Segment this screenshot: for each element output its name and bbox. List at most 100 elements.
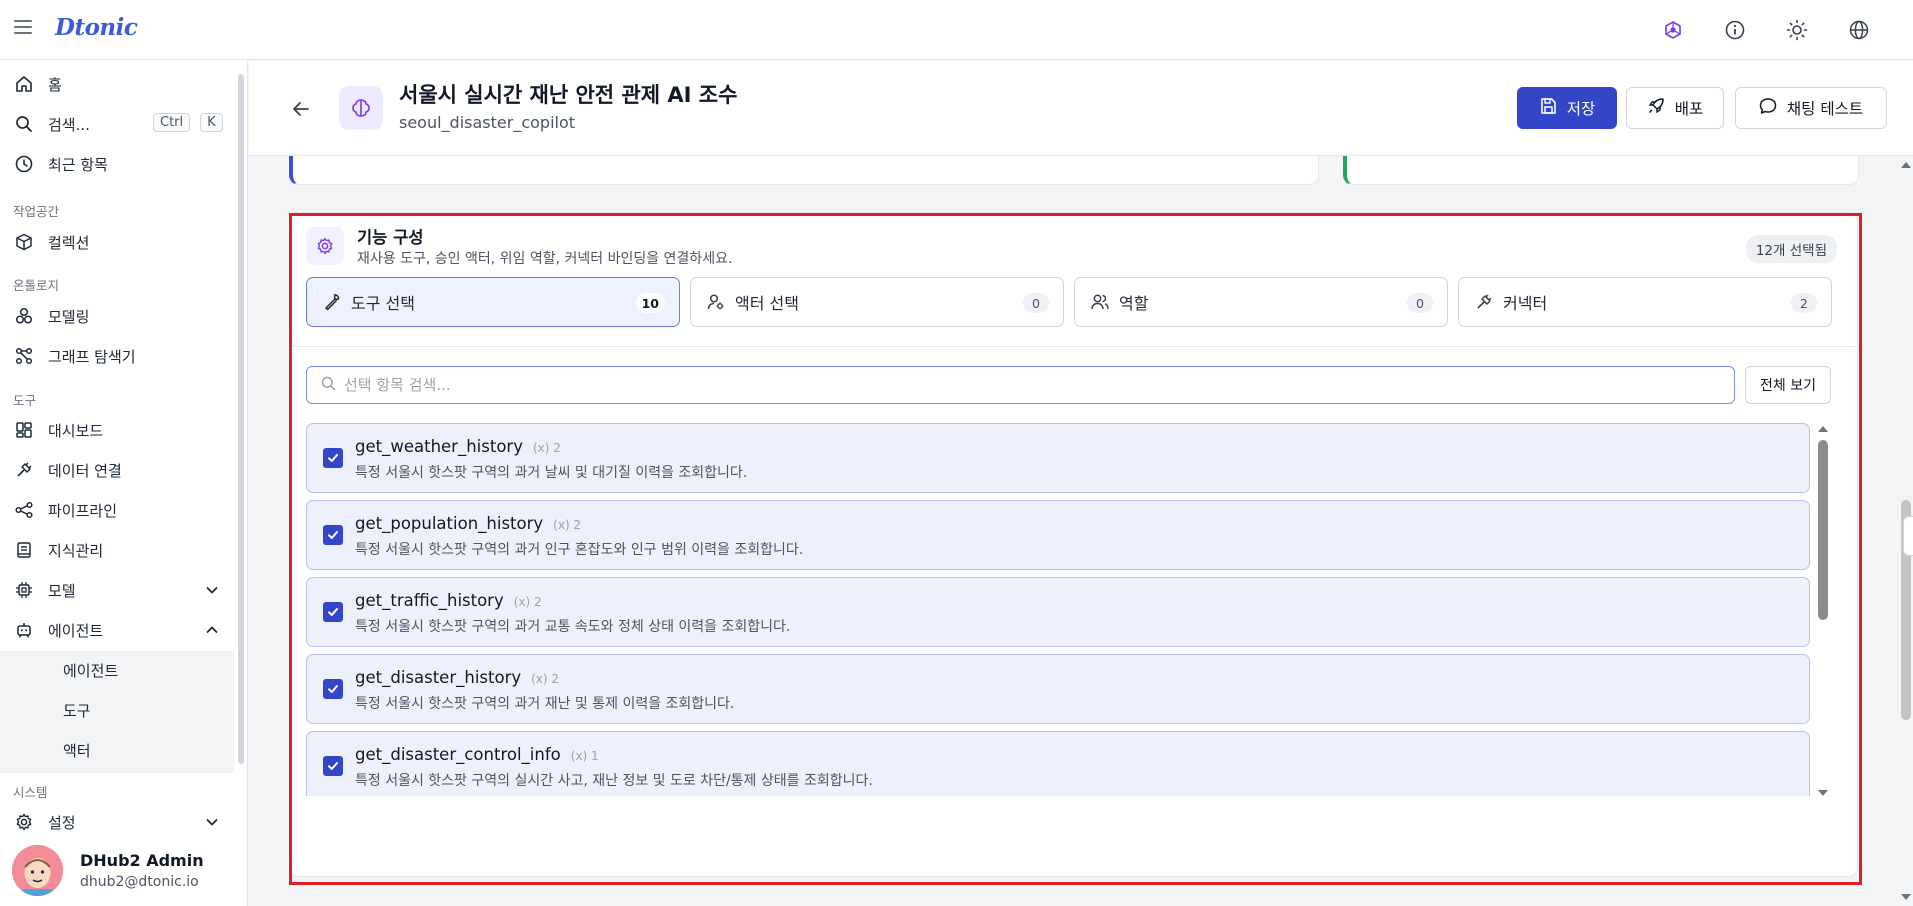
deploy-button[interactable]: 배포 — [1626, 87, 1724, 129]
tool-list: get_weather_history (x) 2 특정 서울시 핫스팟 구역의 … — [306, 423, 1812, 796]
sidebar-item-search[interactable]: 검색... Ctrl K — [0, 105, 234, 143]
list-scrollbar[interactable] — [1816, 424, 1830, 798]
sidebar-item-label: 파이프라인 — [48, 501, 118, 520]
item-param-count: (x) 1 — [570, 749, 599, 763]
feature-description: 재사용 도구, 승인 액터, 위임 역할, 커넥터 바인딩을 연결하세요. — [357, 251, 733, 267]
user-cog-icon — [707, 293, 725, 311]
sidebar-item-recent[interactable]: 최근 항목 — [0, 145, 234, 183]
list-item[interactable]: get_disaster_control_info (x) 1 특정 서울시 핫스… — [306, 731, 1810, 796]
sidebar-scrollbar[interactable] — [238, 66, 244, 766]
sidebar-item-label: 모델링 — [48, 307, 90, 326]
item-param-count: (x) 2 — [531, 672, 560, 686]
save-button[interactable]: 저장 — [1517, 87, 1617, 129]
tab-label: 도구 선택 — [351, 294, 415, 313]
sidebar-item-data-connection[interactable]: 데이터 연결 — [0, 451, 234, 489]
tab-tool-select[interactable]: 도구 선택 10 — [306, 277, 680, 327]
tab-connector[interactable]: 커넥터 2 — [1458, 277, 1832, 327]
tab-count: 10 — [635, 293, 665, 313]
sidebar-item-home[interactable]: 홈 — [0, 65, 234, 103]
sidebar-item-label: 홈 — [48, 75, 62, 94]
robot-icon — [14, 620, 34, 640]
tab-count: 2 — [1791, 293, 1817, 313]
list-item[interactable]: get_traffic_history (x) 2 특정 서울시 핫스팟 구역의 … — [306, 577, 1810, 647]
pipeline-icon — [14, 500, 34, 520]
list-item[interactable]: get_weather_history (x) 2 특정 서울시 핫스팟 구역의 … — [306, 423, 1810, 493]
tab-role[interactable]: 역할 0 — [1074, 277, 1448, 327]
app-logo[interactable]: Dtonic — [55, 14, 138, 41]
selection-search[interactable] — [306, 366, 1735, 404]
checkbox[interactable] — [323, 602, 343, 622]
dashboard-icon — [14, 420, 34, 440]
sidebar-item-model[interactable]: 모델 — [0, 571, 234, 609]
checkbox[interactable] — [323, 679, 343, 699]
info-icon[interactable] — [1721, 16, 1749, 44]
graph-icon — [14, 346, 34, 366]
feature-title: 기능 구성 — [357, 228, 424, 247]
item-description: 특정 서울시 핫스팟 구역의 과거 인구 혼잡도와 인구 범위 이력을 조회합니… — [355, 542, 804, 558]
sidebar-item-label: 대시보드 — [48, 421, 104, 440]
item-name: get_weather_history — [355, 437, 523, 456]
list-item[interactable]: get_disaster_history (x) 2 특정 서울시 핫스팟 구역의… — [306, 654, 1810, 724]
sidebar-item-label: 데이터 연결 — [48, 461, 122, 480]
search-icon — [14, 114, 34, 134]
list-item[interactable]: get_population_history (x) 2 특정 서울시 핫스팟 구… — [306, 500, 1810, 570]
sidebar-item-label: 설정 — [48, 813, 76, 832]
chevron-up-icon[interactable] — [204, 622, 220, 638]
gear-icon — [306, 227, 344, 265]
item-param-count: (x) 2 — [553, 518, 582, 532]
ontology-icon[interactable] — [1659, 16, 1687, 44]
sidebar-item-modeling[interactable]: 모델링 — [0, 297, 234, 335]
chevron-down-icon[interactable] — [204, 814, 220, 830]
search-input[interactable] — [344, 376, 1724, 394]
page-title: 서울시 실시간 재난 안전 관제 AI 조수 — [399, 83, 738, 107]
avatar[interactable] — [12, 845, 63, 896]
brain-icon — [339, 86, 383, 130]
user-email: dhub2@dtonic.io — [80, 874, 199, 890]
item-description: 특정 서울시 핫스팟 구역의 실시간 사고, 재난 정보 및 도로 차단/통제 … — [355, 773, 873, 789]
sidebar-subitem-agent[interactable]: 에이전트 — [63, 660, 118, 681]
feature-config-card: 기능 구성 재사용 도구, 승인 액터, 위임 역할, 커넥터 바인딩을 연결하… — [289, 212, 1858, 877]
chat-icon — [1759, 97, 1777, 119]
sun-icon[interactable] — [1783, 16, 1811, 44]
tab-label: 커넥터 — [1503, 294, 1548, 313]
chevron-down-icon[interactable] — [204, 582, 220, 598]
checkbox[interactable] — [323, 448, 343, 468]
sidebar-item-label: 지식관리 — [48, 541, 104, 560]
item-description: 특정 서울시 핫스팟 구역의 과거 재난 및 통제 이력을 조회합니다. — [355, 696, 735, 712]
sidebar-subitem-tool[interactable]: 도구 — [63, 700, 91, 721]
user-profile[interactable]: DHub2 Admin dhub2@dtonic.io — [0, 832, 234, 906]
section-label-workspace: 작업공간 — [13, 204, 60, 219]
sidebar-item-collection[interactable]: 컬렉션 — [0, 223, 234, 261]
checkbox[interactable] — [323, 756, 343, 776]
sidebar-item-pipeline[interactable]: 파이프라인 — [0, 491, 234, 529]
main-content: 기능 구성 재사용 도구, 승인 액터, 위임 역할, 커넥터 바인딩을 연결하… — [249, 156, 1899, 906]
view-all-button[interactable]: 전체 보기 — [1745, 366, 1831, 404]
tab-label: 역할 — [1119, 294, 1149, 313]
sidebar-item-graph-explorer[interactable]: 그래프 탐색기 — [0, 337, 234, 375]
tab-actor-select[interactable]: 액터 선택 0 — [690, 277, 1064, 327]
chat-test-button[interactable]: 채팅 테스트 — [1735, 87, 1887, 129]
divider — [290, 346, 1857, 347]
prompt-card — [289, 156, 1319, 185]
item-param-count: (x) 2 — [532, 441, 561, 455]
rocket-icon — [1647, 97, 1665, 119]
sidebar-item-label: 모델 — [48, 581, 76, 600]
chip-icon — [14, 580, 34, 600]
top-bar: Dtonic — [0, 0, 1913, 60]
page-scrollbar[interactable] — [1899, 156, 1913, 906]
panel-toggle-icon[interactable] — [1903, 516, 1913, 556]
checkbox[interactable] — [323, 525, 343, 545]
back-arrow-icon[interactable] — [289, 97, 313, 121]
sidebar-subitem-actor[interactable]: 액터 — [63, 740, 91, 761]
sidebar-item-agent[interactable]: 에이전트 — [0, 611, 234, 649]
item-description: 특정 서울시 핫스팟 구역의 과거 날씨 및 대기질 이력을 조회합니다. — [355, 465, 748, 481]
sidebar-item-label: 최근 항목 — [48, 155, 108, 174]
sidebar-item-knowledge[interactable]: 지식관리 — [0, 531, 234, 569]
menu-icon[interactable] — [14, 20, 32, 34]
page-subtitle: seoul_disaster_copilot — [399, 113, 576, 132]
sidebar-item-dashboard[interactable]: 대시보드 — [0, 411, 234, 449]
scroll-down-icon — [1818, 790, 1828, 796]
check-icon — [328, 762, 338, 770]
gear-icon — [14, 812, 34, 832]
globe-icon[interactable] — [1845, 16, 1873, 44]
